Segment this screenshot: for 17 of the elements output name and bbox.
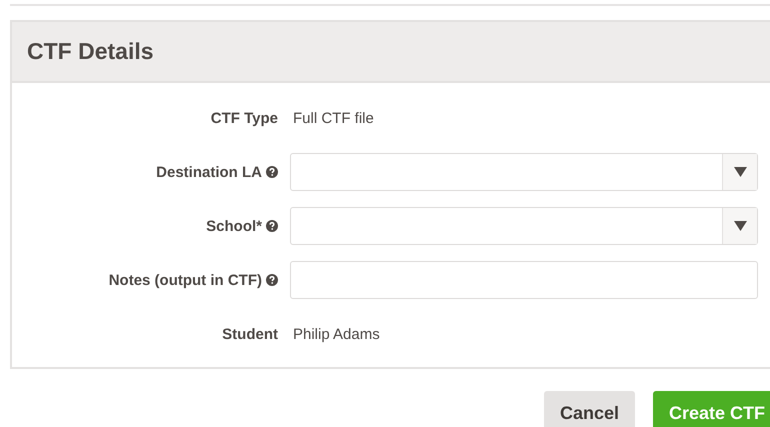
select-field[interactable]	[290, 207, 758, 245]
field-label: Destination LA	[156, 164, 262, 180]
panel-title: CTF Details	[27, 38, 154, 65]
help-icon[interactable]	[266, 274, 278, 286]
help-icon[interactable]	[266, 220, 278, 232]
field-value: Philip Adams	[292, 326, 380, 342]
caret-icon	[734, 167, 746, 177]
field-label: Student	[222, 326, 278, 342]
cancel-button[interactable]: Cancel	[544, 391, 635, 427]
field-label: CTF Type	[210, 110, 278, 126]
help-icon[interactable]	[266, 166, 278, 178]
caret-icon	[734, 221, 746, 231]
select-field[interactable]	[290, 153, 758, 191]
field-value: Full CTF file	[292, 110, 374, 126]
field-label: Notes (output in CTF)	[108, 272, 262, 288]
input-field[interactable]	[290, 261, 758, 299]
field-label: School*	[206, 218, 262, 234]
